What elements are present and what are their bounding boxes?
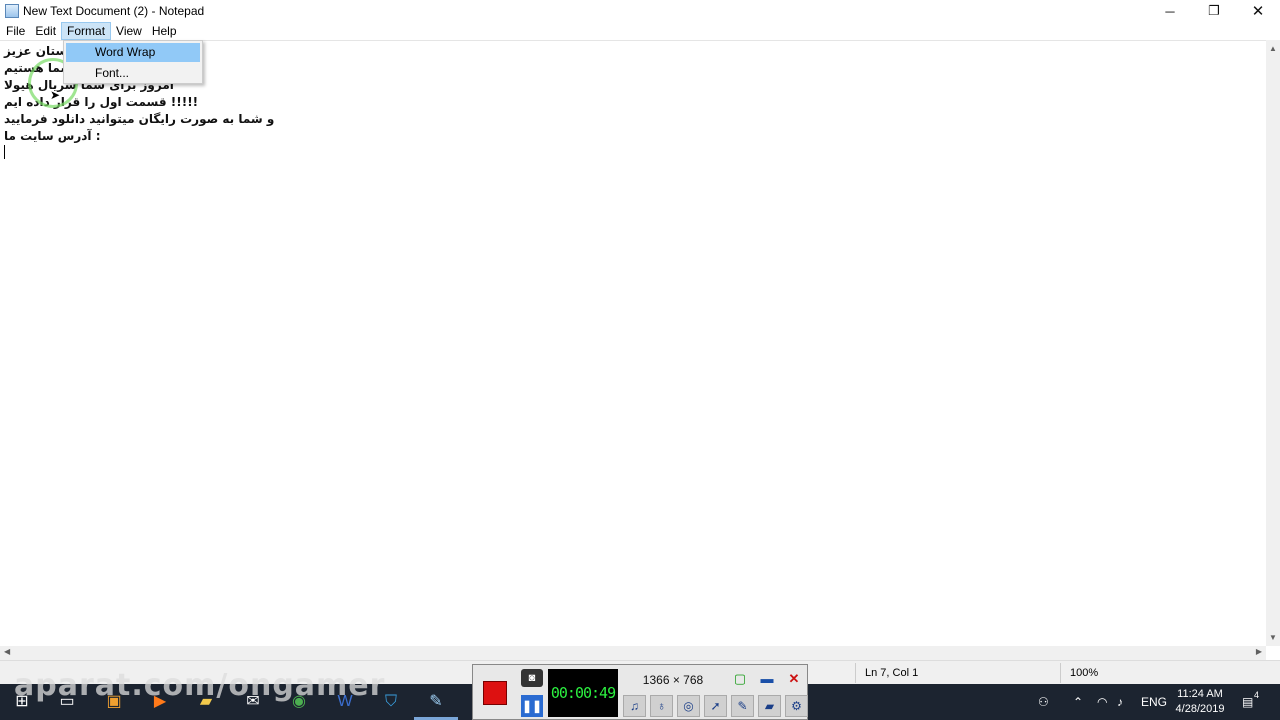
text-caret <box>4 145 5 159</box>
menu-help[interactable]: Help <box>147 22 182 40</box>
watermark-text: aparat.com/ongamer <box>14 668 386 703</box>
window-title: New Text Document (2) - Notepad <box>23 4 205 18</box>
recorder-toolbar: ♫ ♁ ◎ ➚ ✎ ▰ ⚙ <box>623 695 808 717</box>
status-divider <box>1060 663 1061 683</box>
scroll-left-icon[interactable]: ◀ <box>4 647 10 656</box>
pause-button[interactable]: ❚❚ <box>521 695 543 717</box>
menu-option-font[interactable]: Font... <box>66 64 200 83</box>
status-divider <box>855 663 856 683</box>
text-line: : آدرس سایت ما <box>4 129 101 143</box>
notification-center-icon[interactable]: ▤ <box>1242 684 1253 720</box>
menu-view[interactable]: View <box>111 22 147 40</box>
folder-icon[interactable]: ▰ <box>758 695 781 717</box>
show-hidden-icons-icon[interactable]: ⌃ <box>1073 684 1083 720</box>
volume-icon[interactable]: ♪ <box>1117 684 1123 720</box>
screen-recorder-panel: ◙ ❚❚ 00:00:49 1366 × 768 ▢ ▬ ✕ ♫ ♁ ◎ ➚ ✎… <box>472 664 808 720</box>
speaker-icon[interactable]: ♫ <box>623 695 646 717</box>
text-editor[interactable]: دوستان عزیز ما در خدمت شما هستیم امروز ب… <box>0 40 1266 646</box>
menu-edit[interactable]: Edit <box>30 22 61 40</box>
language-indicator[interactable]: ENG <box>1141 684 1167 720</box>
notepad-icon <box>5 4 19 18</box>
wifi-icon[interactable]: ◠ <box>1097 684 1107 720</box>
notification-count-badge: 4 <box>1254 690 1260 700</box>
scroll-up-icon[interactable]: ▲ <box>1269 44 1277 53</box>
recording-timer: 00:00:49 <box>548 669 618 717</box>
settings-gear-icon[interactable]: ⚙ <box>785 695 808 717</box>
recorder-close-icon[interactable]: ✕ <box>783 669 805 689</box>
cursor-icon[interactable]: ➚ <box>704 695 727 717</box>
webcam-icon[interactable]: ◎ <box>677 695 700 717</box>
record-stop-button[interactable] <box>483 681 507 705</box>
clock-date: 4/28/2019 <box>1175 703 1225 715</box>
people-icon[interactable]: ⚇ <box>1038 684 1049 720</box>
zoom-level: 100% <box>1070 667 1099 679</box>
scroll-right-icon[interactable]: ▶ <box>1256 647 1262 656</box>
vertical-scrollbar[interactable]: ▲ ▼ <box>1266 40 1280 646</box>
format-dropdown-menu: Word Wrap Font... <box>63 40 203 84</box>
close-button[interactable]: ✕ <box>1236 0 1280 22</box>
menu-option-word-wrap[interactable]: Word Wrap <box>66 43 200 62</box>
region-select-icon[interactable]: ▢ <box>729 669 751 689</box>
mouse-cursor-icon: ➤ <box>50 88 61 102</box>
maximize-button[interactable]: ❐ <box>1192 0 1236 22</box>
notepad-icon[interactable]: ✎ <box>426 692 446 712</box>
menu-file[interactable]: File <box>1 22 30 40</box>
clock[interactable]: 11:24 AM 4/28/2019 <box>1168 687 1232 717</box>
cursor-position: Ln 7, Col 1 <box>865 667 919 679</box>
recording-resolution: 1366 × 768 <box>642 673 704 687</box>
title-bar: New Text Document (2) - Notepad ─ ❐ ✕ <box>0 0 1280 22</box>
clock-time: 11:24 AM <box>1177 688 1223 700</box>
menu-format[interactable]: Format <box>61 22 112 40</box>
recorder-minimize-icon[interactable]: ▬ <box>756 669 778 689</box>
pen-icon[interactable]: ✎ <box>731 695 754 717</box>
menu-bar: File Edit Format View Help <box>0 22 1280 40</box>
scroll-down-icon[interactable]: ▼ <box>1269 633 1277 642</box>
notepad-window: New Text Document (2) - Notepad ─ ❐ ✕ Fi… <box>0 0 1280 720</box>
text-line: و شما به صورت رایگان میتوانید دانلود فرم… <box>4 112 275 126</box>
minimize-button[interactable]: ─ <box>1148 0 1192 22</box>
screenshot-camera-icon[interactable]: ◙ <box>521 669 543 687</box>
microphone-icon[interactable]: ♁ <box>650 695 673 717</box>
horizontal-scrollbar[interactable]: ◀ ▶ <box>0 646 1266 660</box>
